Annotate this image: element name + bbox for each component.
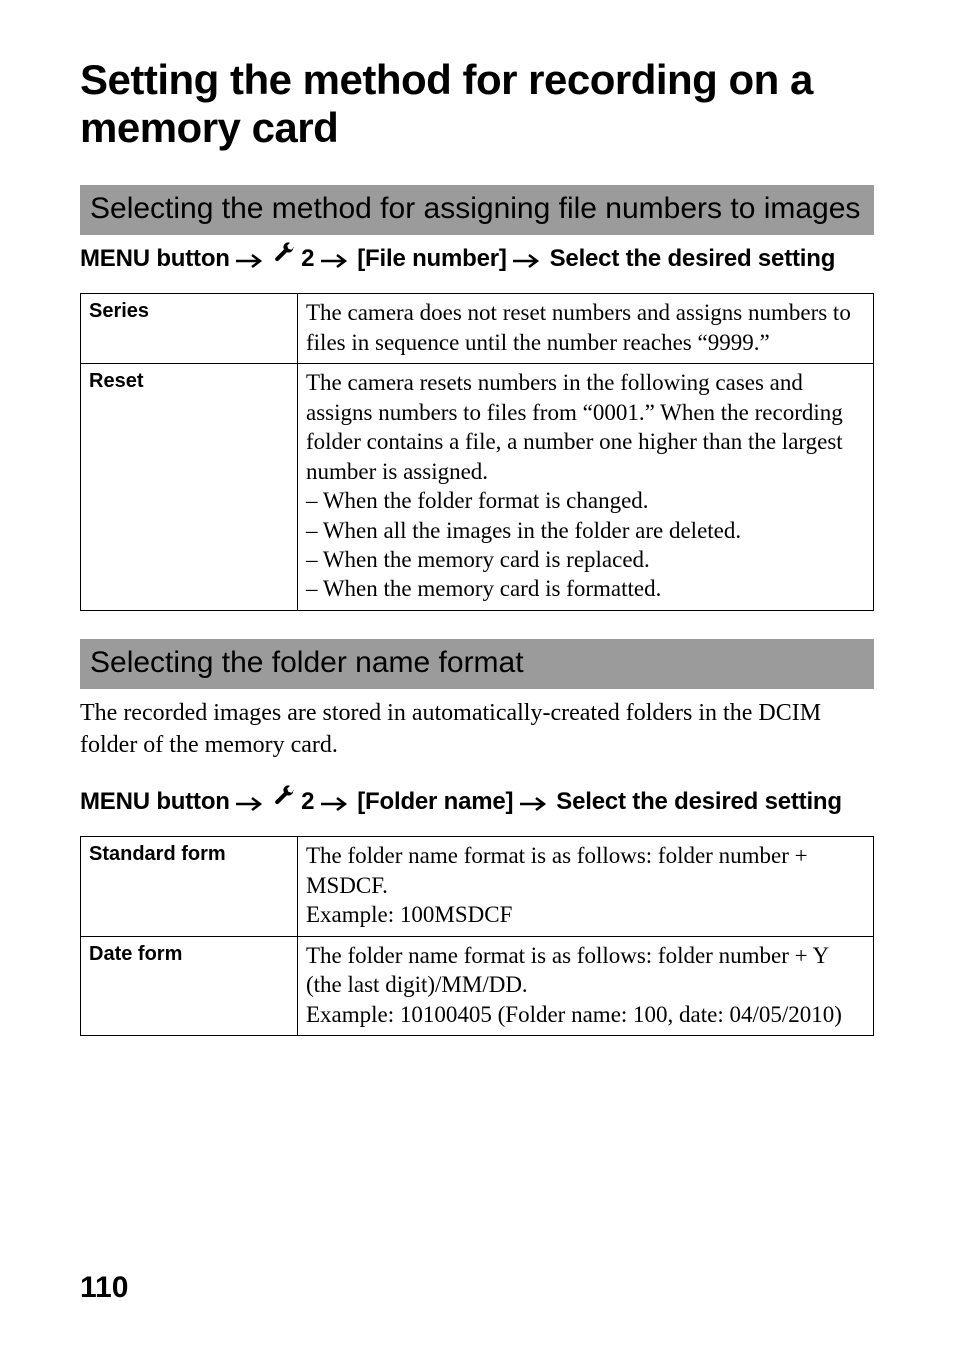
arrow-icon xyxy=(321,243,351,275)
option-label: Series xyxy=(81,294,298,364)
setup-wrench-icon xyxy=(273,784,295,816)
section-heading-file-number: Selecting the method for assigning file … xyxy=(80,185,874,235)
table-row: Standard form The folder name format is … xyxy=(81,837,874,936)
menu-path-suffix: Select the desired setting xyxy=(550,245,836,272)
section-intro-text: The recorded images are stored in automa… xyxy=(80,697,874,762)
page-title: Setting the method for recording on a me… xyxy=(80,56,874,153)
option-description: The folder name format is as follows: fo… xyxy=(298,936,874,1035)
menu-path-prefix: MENU button xyxy=(80,788,230,815)
option-description: The camera resets numbers in the followi… xyxy=(298,364,874,611)
menu-path-suffix: Select the desired setting xyxy=(556,788,842,815)
section-heading-folder-name: Selecting the folder name format xyxy=(80,639,874,689)
page-number: 110 xyxy=(80,1271,128,1305)
menu-path-item: [File number] xyxy=(357,245,506,272)
option-label: Standard form xyxy=(81,837,298,936)
menu-path-folder-name: MENU button 2 [Folder name] Select the d… xyxy=(80,786,874,819)
setup-wrench-icon xyxy=(273,241,295,273)
arrow-icon xyxy=(513,243,543,275)
menu-path-prefix: MENU button xyxy=(80,245,230,272)
arrow-icon xyxy=(520,786,550,818)
table-row: Series The camera does not reset numbers… xyxy=(81,294,874,364)
options-table-file-number: Series The camera does not reset numbers… xyxy=(80,293,874,610)
option-label: Reset xyxy=(81,364,298,611)
options-table-folder-name: Standard form The folder name format is … xyxy=(80,836,874,1036)
arrow-icon xyxy=(236,786,266,818)
menu-path-tab-number: 2 xyxy=(301,245,314,272)
option-description: The camera does not reset numbers and as… xyxy=(298,294,874,364)
arrow-icon xyxy=(321,786,351,818)
option-description: The folder name format is as follows: fo… xyxy=(298,837,874,936)
menu-path-file-number: MENU button 2 [File number] Select the d… xyxy=(80,243,874,276)
option-label: Date form xyxy=(81,936,298,1035)
table-row: Reset The camera resets numbers in the f… xyxy=(81,364,874,611)
menu-path-item: [Folder name] xyxy=(357,788,513,815)
arrow-icon xyxy=(236,243,266,275)
table-row: Date form The folder name format is as f… xyxy=(81,936,874,1035)
menu-path-tab-number: 2 xyxy=(301,788,314,815)
page: Setting the method for recording on a me… xyxy=(0,0,954,1345)
